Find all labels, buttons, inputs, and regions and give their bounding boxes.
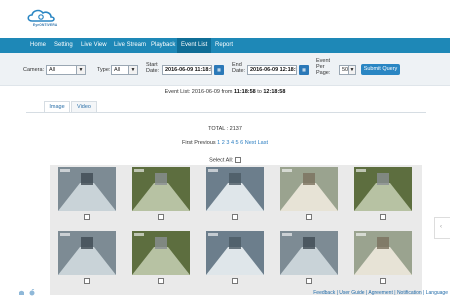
event-thumbnail-image[interactable] (206, 231, 264, 275)
page-link[interactable]: 6 (240, 140, 243, 146)
page-link[interactable]: 3 (226, 140, 229, 146)
nav-event-list[interactable]: Event List (177, 38, 212, 53)
thumbnail-checkbox[interactable] (84, 278, 90, 284)
per-page-label: Event Per Page: (316, 58, 331, 76)
event-thumbnail-image[interactable] (132, 231, 190, 275)
event-thumbnail-image[interactable] (58, 167, 116, 211)
event-thumbnail-image[interactable] (206, 167, 264, 211)
tab-divider (26, 112, 426, 113)
thumbnail-item (346, 165, 420, 223)
thumbnail-item (272, 229, 346, 287)
event-thumbnail-image[interactable] (280, 231, 338, 275)
footer-links: Feedback | User Guide | Agreement | Noti… (313, 290, 448, 296)
page-link[interactable]: 5 (236, 140, 239, 146)
thumbnail-item (50, 229, 124, 287)
submit-query-button[interactable]: Submit Query (361, 64, 400, 75)
nav-setting[interactable]: Setting (54, 38, 73, 53)
thumbnail-checkbox[interactable] (232, 214, 238, 220)
page-link[interactable]: 4 (231, 140, 234, 146)
camera-select[interactable]: All ▼ (46, 65, 86, 75)
event-list-from: 11:18:58 (234, 89, 256, 95)
pager-previous[interactable]: Previous (194, 140, 215, 146)
logo-text: EyeONTIVERA (33, 23, 58, 27)
pager-first[interactable]: First (182, 140, 193, 146)
thumbnail-checkbox[interactable] (306, 214, 312, 220)
header: EyeONTIVERA (0, 0, 450, 38)
nav-live-stream[interactable]: Live Stream (114, 38, 146, 53)
thumbnail-item (198, 165, 272, 223)
tab-video[interactable]: Video (71, 101, 97, 112)
thumbnail-grid (50, 165, 422, 295)
footer: Feedback | User Guide | Agreement | Noti… (0, 288, 450, 297)
pager-next[interactable]: Next (245, 140, 256, 146)
select-all-label: Select All: (209, 157, 234, 164)
chevron-left-icon: ‹ (440, 224, 442, 230)
filter-bar: Camera: All ▼ Type: All ▼ Start Date: 20… (0, 53, 450, 86)
thumbnail-checkbox[interactable] (380, 278, 386, 284)
logo[interactable]: EyeONTIVERA (26, 8, 76, 34)
event-list-to: 12:18:58 (263, 89, 286, 95)
thumbnail-checkbox[interactable] (158, 214, 164, 220)
type-select[interactable]: All ▼ (111, 65, 138, 75)
event-thumbnail-image[interactable] (354, 167, 412, 211)
event-thumbnail-image[interactable] (58, 231, 116, 275)
side-toggle[interactable]: ‹ (434, 217, 450, 239)
thumbnail-item (124, 229, 198, 287)
page-link[interactable]: 2 (222, 140, 225, 146)
event-list-range: Event List: 2016-06-09 from 11:18:58 to … (0, 89, 450, 95)
end-date-input[interactable]: 2016-06-09 12:18:5 (247, 65, 297, 75)
thumbnail-item (198, 229, 272, 287)
tab-image[interactable]: Image (44, 101, 70, 112)
chevron-down-icon: ▼ (348, 66, 355, 74)
event-thumbnail-image[interactable] (354, 231, 412, 275)
thumbnail-checkbox[interactable] (232, 278, 238, 284)
event-list-to-word: to (257, 89, 262, 95)
camera-label: Camera: (23, 67, 45, 73)
footer-user-guide[interactable]: User Guide (339, 290, 364, 296)
thumbnail-item (272, 165, 346, 223)
event-thumbnail-image[interactable] (132, 167, 190, 211)
pager-last[interactable]: Last (258, 140, 268, 146)
pagination: First Previous 1 2 3 4 5 6 Next Last (0, 140, 450, 146)
footer-notification[interactable]: Notification (397, 290, 422, 296)
select-all-checkbox[interactable] (234, 157, 241, 163)
thumbnail-checkbox[interactable] (306, 278, 312, 284)
footer-language[interactable]: Language (426, 290, 448, 296)
type-label: Type: (97, 67, 111, 73)
main-nav: Home Setting Live View Live Stream Playb… (0, 38, 450, 53)
thumbnail-checkbox[interactable] (84, 214, 90, 220)
thumbnail-checkbox[interactable] (158, 278, 164, 284)
event-list-prefix: Event List: 2016-06-09 from (164, 89, 233, 95)
cloud-logo-icon (27, 9, 55, 22)
chevron-down-icon: ▼ (76, 66, 85, 74)
page-link[interactable]: 1 (217, 140, 220, 146)
thumbnail-checkbox[interactable] (380, 214, 386, 220)
footer-icons (18, 288, 38, 297)
thumbnail-item (124, 165, 198, 223)
nav-report[interactable]: Report (215, 38, 233, 53)
thumbnail-item (346, 229, 420, 287)
select-all-row: Select All: (0, 157, 450, 163)
nav-live-view[interactable]: Live View (81, 38, 107, 53)
thumbnail-item (50, 165, 124, 223)
calendar-icon[interactable]: ▦ (214, 65, 224, 75)
per-page-select[interactable]: 50 ▼ (339, 65, 356, 75)
total-count: TOTAL : 2137 (208, 126, 242, 132)
nav-playback[interactable]: Playback (151, 38, 175, 53)
type-select-value: All (114, 67, 121, 73)
end-date-label: End Date: (232, 62, 246, 74)
event-thumbnail-image[interactable] (280, 167, 338, 211)
chevron-down-icon: ▼ (128, 66, 137, 74)
camera-select-value: All (49, 67, 56, 73)
footer-feedback[interactable]: Feedback (313, 290, 335, 296)
calendar-icon[interactable]: ▦ (299, 65, 309, 75)
footer-agreement[interactable]: Agreement (368, 290, 392, 296)
start-date-label: Start Date: (146, 62, 160, 74)
start-date-input[interactable]: 2016-06-09 11:18:5 (162, 65, 212, 75)
android-apple-icon[interactable] (18, 288, 38, 296)
nav-home[interactable]: Home (30, 38, 46, 53)
